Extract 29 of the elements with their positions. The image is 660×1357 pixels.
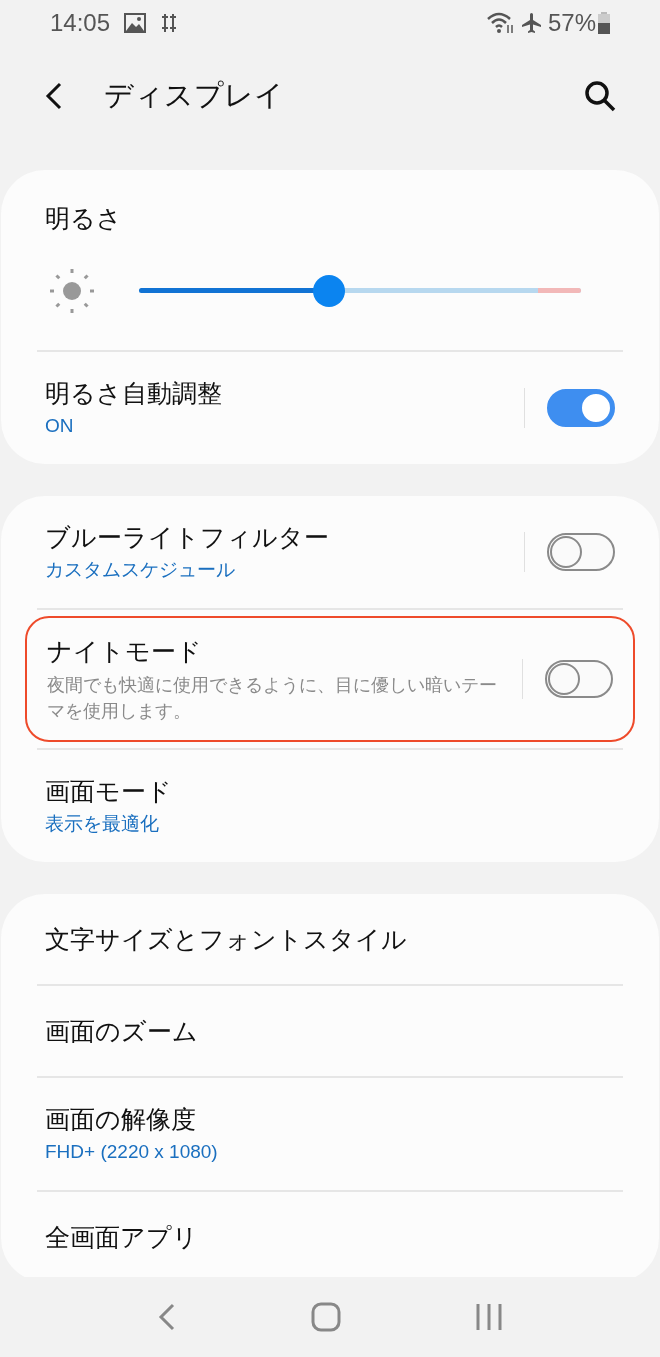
row-title[interactable]: 全画面アプリ (45, 1219, 615, 1254)
toggle-switch[interactable] (545, 659, 613, 698)
recent-apps-icon[interactable] (475, 1303, 503, 1331)
row-title[interactable]: 画面モード (45, 773, 615, 808)
row-title[interactable]: 文字サイズとフォントスタイル (45, 921, 615, 956)
image-icon (124, 13, 147, 33)
toggle-switch[interactable] (547, 532, 615, 571)
row-title: 明るさ (45, 204, 122, 232)
home-icon[interactable] (311, 1302, 341, 1332)
battery-percent: 57% (547, 8, 596, 38)
page-title: ディスプレイ (104, 78, 284, 114)
row-title[interactable]: ブルーライトフィルター (45, 519, 524, 554)
data-transfer-icon (162, 12, 177, 34)
row-title[interactable]: 明るさ自動調整 (45, 375, 524, 410)
row-subtitle: カスタムスケジュール (45, 557, 236, 582)
row-title[interactable]: 画面のズーム (45, 1013, 615, 1048)
row-title[interactable]: 画面の解像度 (45, 1101, 615, 1136)
row-subtitle: FHD+ (2220 x 1080) (45, 1139, 219, 1164)
row-subtitle: 表示を最適化 (45, 811, 160, 836)
toggle-switch[interactable] (547, 388, 615, 427)
row-subtitle: ON (45, 413, 75, 438)
status-time: 14:05 (50, 8, 111, 38)
row-title[interactable]: ナイトモード (47, 633, 522, 668)
battery-icon (598, 12, 610, 34)
wifi-icon (485, 11, 516, 35)
row-description: 夜間でも快適に使用できるように、目に優しい暗いテーマを使用します。 (47, 673, 498, 723)
brightness-slider[interactable] (139, 274, 581, 307)
search-icon[interactable] (583, 79, 617, 113)
airplane-icon (519, 11, 544, 35)
